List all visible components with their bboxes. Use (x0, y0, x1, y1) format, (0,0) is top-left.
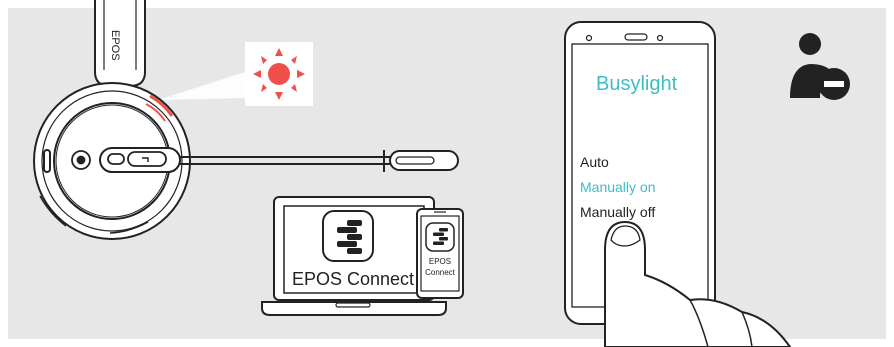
busylight-title: Busylight (596, 73, 678, 95)
headset-brand-text: EPOS (109, 30, 121, 61)
phone-connect-label: Connect (425, 268, 455, 277)
epos-connect-logo-icon (322, 210, 374, 262)
phone-epos-label: EPOS (428, 257, 452, 266)
option-auto[interactable]: Auto (580, 154, 609, 170)
user-busy-icon (790, 33, 850, 100)
option-manually-off[interactable]: Manually off (580, 204, 655, 220)
illustration: EPOS EPOS Connect EPOS Connect Busylight… (0, 0, 894, 347)
busylight-callout (158, 72, 245, 100)
laptop-epos-connect-label: EPOS Connect (292, 269, 415, 289)
small-epos-connect-logo-icon (425, 222, 455, 252)
headset-illustration: EPOS (33, 0, 850, 347)
option-manually-on[interactable]: Manually on (580, 179, 656, 195)
